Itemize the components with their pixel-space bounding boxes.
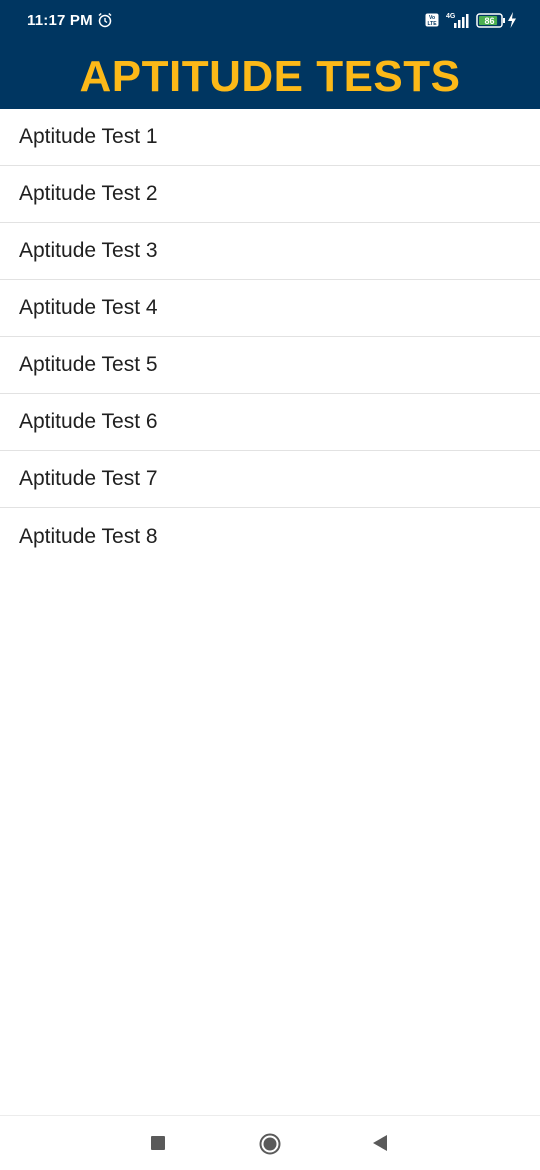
- home-icon[interactable]: [259, 1133, 281, 1155]
- list-item-aptitude-test-4[interactable]: Aptitude Test 4: [0, 280, 540, 337]
- signal-icon: 4G: [446, 13, 469, 28]
- navigation-bar: [0, 1115, 540, 1170]
- charging-bolt-icon: [508, 12, 516, 28]
- list-item-aptitude-test-6[interactable]: Aptitude Test 6: [0, 394, 540, 451]
- list-item-aptitude-test-2[interactable]: Aptitude Test 2: [0, 166, 540, 223]
- status-bar: 11:17 PM Vo LTE 4G 86: [0, 0, 540, 42]
- list-item-aptitude-test-5[interactable]: Aptitude Test 5: [0, 337, 540, 394]
- status-time: 11:17 PM: [27, 12, 93, 29]
- svg-text:LTE: LTE: [427, 21, 437, 27]
- battery-icon: 86: [476, 13, 505, 28]
- list-item-aptitude-test-8[interactable]: Aptitude Test 8: [0, 508, 540, 565]
- recent-apps-icon[interactable]: [151, 1136, 165, 1150]
- page-title: APTITUDE TESTS: [79, 52, 461, 101]
- volte-icon: Vo LTE: [425, 13, 439, 27]
- battery-level: 86: [484, 16, 494, 26]
- app-header: 11:17 PM Vo LTE 4G 86 APTITUDE TESTS: [0, 0, 540, 109]
- test-list: Aptitude Test 1 Aptitude Test 2 Aptitude…: [0, 109, 540, 565]
- back-icon[interactable]: [372, 1135, 388, 1151]
- alarm-icon: [98, 12, 112, 28]
- list-item-aptitude-test-3[interactable]: Aptitude Test 3: [0, 223, 540, 280]
- list-item-aptitude-test-7[interactable]: Aptitude Test 7: [0, 451, 540, 508]
- list-item-aptitude-test-1[interactable]: Aptitude Test 1: [0, 109, 540, 166]
- network-label: 4G: [446, 13, 456, 20]
